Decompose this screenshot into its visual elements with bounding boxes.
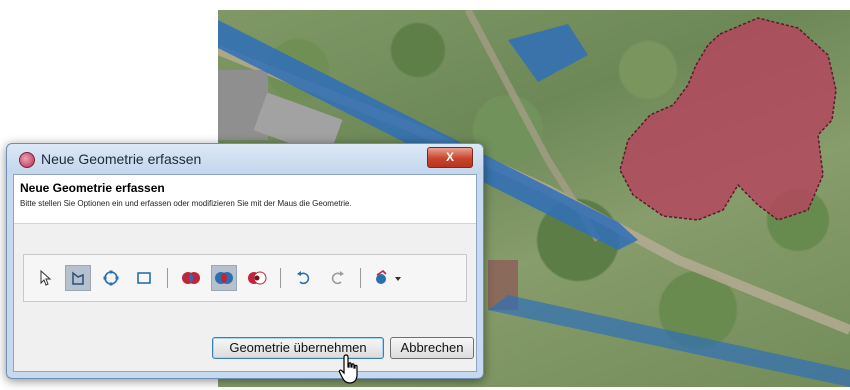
select-arrow-icon[interactable] [32, 265, 58, 291]
draw-polygon-icon[interactable] [65, 265, 91, 291]
geometry-toolbar [23, 254, 467, 302]
instruction-panel: Neue Geometrie erfassen Bitte stellen Si… [14, 175, 476, 224]
dialog-titlebar[interactable]: Neue Geometrie erfassen X [7, 144, 483, 174]
toolbar-separator [280, 268, 281, 288]
dialog-title: Neue Geometrie erfassen [41, 151, 202, 167]
redo-icon[interactable] [324, 265, 350, 291]
geometry-intersect-icon[interactable] [211, 265, 237, 291]
snap-options-icon[interactable] [371, 265, 405, 291]
close-button[interactable]: X [427, 147, 473, 168]
instruction-title: Neue Geometrie erfassen [20, 181, 165, 195]
draw-circle-icon[interactable] [98, 265, 124, 291]
geometry-subtract-icon[interactable] [244, 265, 270, 291]
highlighted-parcel [508, 24, 588, 82]
toolbar-separator [167, 268, 168, 288]
new-geometry-dialog: Neue Geometrie erfassen X Neue Geometrie… [6, 143, 484, 379]
hand-cursor-icon [338, 353, 364, 390]
cancel-button[interactable]: Abbrechen [390, 337, 474, 359]
draw-rectangle-icon[interactable] [131, 265, 157, 291]
instruction-text: Bitte stellen Sie Optionen ein und erfas… [20, 199, 352, 208]
undo-icon[interactable] [291, 265, 317, 291]
selected-geometry-polygon[interactable] [619, 17, 837, 221]
app-logo-icon [19, 152, 35, 168]
toolbar-separator [360, 268, 361, 288]
dialog-content: Neue Geometrie erfassen Bitte stellen Si… [13, 174, 477, 372]
geometry-union-icon[interactable] [178, 265, 204, 291]
